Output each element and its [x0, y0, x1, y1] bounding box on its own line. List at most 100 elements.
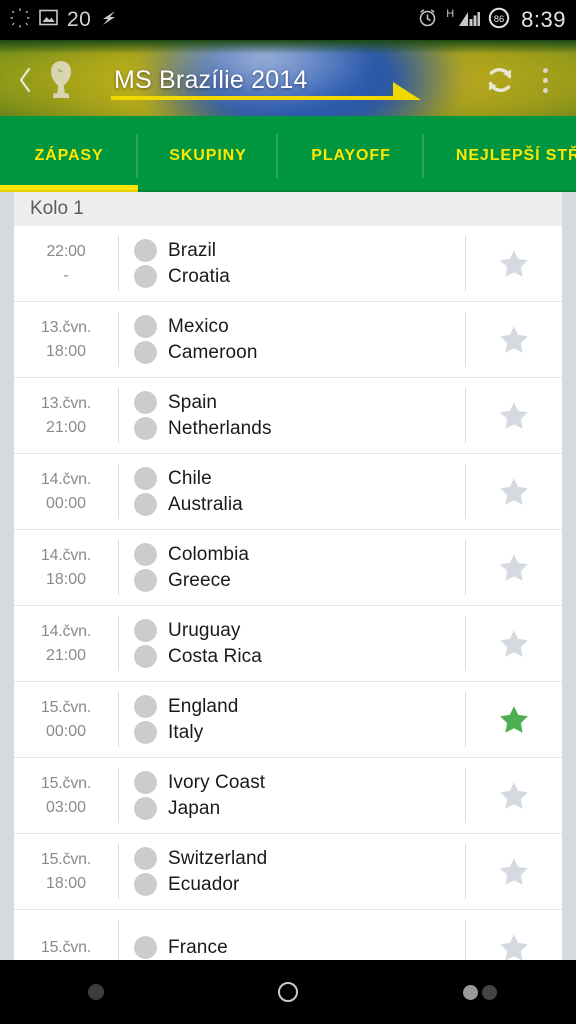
flag-costarica-icon [134, 645, 157, 668]
favorite-star-icon[interactable] [466, 530, 562, 605]
match-time: 18:00 [45, 874, 87, 892]
tab-label: SKUPINY [169, 147, 247, 164]
match-teams: Switzerland Ecuador [119, 834, 465, 909]
flag-uruguay-icon [134, 619, 157, 642]
tab-label: PLAYOFF [311, 147, 391, 164]
flag-chile-icon [134, 467, 157, 490]
favorite-star-icon[interactable] [466, 606, 562, 681]
favorite-star-icon[interactable] [466, 834, 562, 909]
team-name: Cameroon [168, 341, 258, 363]
team-name: France [168, 936, 228, 958]
away-team: Japan [134, 797, 465, 820]
clock-label: 8:39 [521, 7, 566, 32]
flag-italy-icon [134, 721, 157, 744]
flag-australia-icon [134, 493, 157, 516]
team-name: Costa Rica [168, 645, 262, 667]
match-teams: Ivory Coast Japan [119, 758, 465, 833]
flag-croatia-icon [134, 265, 157, 288]
team-name: Netherlands [168, 417, 272, 439]
tab-playoff[interactable]: PLAYOFF [278, 120, 424, 192]
match-row[interactable]: 14.čvn. 18:00 Colombia Greece [14, 530, 562, 606]
match-date: 14.čvn. [40, 547, 92, 565]
match-datetime: 15.čvn. [14, 910, 118, 960]
refresh-icon[interactable] [472, 60, 528, 100]
match-time: - [63, 266, 69, 284]
signal-bars-icon [458, 8, 481, 33]
favorite-star-icon[interactable] [466, 378, 562, 453]
brightness-icon [10, 7, 30, 33]
favorite-star-icon[interactable] [466, 454, 562, 529]
status-bar-right: H 86 8:39 [417, 7, 566, 34]
match-row[interactable]: 14.čvn. 00:00 Chile Australia [14, 454, 562, 530]
match-row[interactable]: 22:00 - Brazil Croatia [14, 226, 562, 302]
match-row[interactable]: 15.čvn. 18:00 Switzerland Ecuador [14, 834, 562, 910]
tab-z-pasy[interactable]: ZÁPASY [0, 120, 138, 192]
home-team: Brazil [134, 239, 465, 262]
favorite-star-icon[interactable] [466, 910, 562, 960]
favorite-star-icon[interactable] [466, 302, 562, 377]
match-row[interactable]: 15.čvn. 00:00 England Italy [14, 682, 562, 758]
flag-ivorycoast-icon [134, 771, 157, 794]
matches-list: 22:00 - Brazil Croatia 13.čvn. 18:00 Mexico Cam… [14, 226, 562, 960]
match-date: 13.čvn. [40, 395, 92, 413]
match-datetime: 15.čvn. 03:00 [14, 758, 118, 833]
team-name: Italy [168, 721, 204, 743]
status-bar-left: 20 [10, 7, 417, 33]
action-bar: MS Brazílie 2014 [0, 40, 576, 120]
tab-nejlep-st-e[interactable]: NEJLEPŠÍ STŘE [424, 120, 576, 192]
match-datetime: 22:00 - [14, 226, 118, 301]
matches-scroll-area[interactable]: Kolo 1 22:00 - Brazil Croatia 13.čvn. 18:00 Me… [0, 192, 576, 960]
match-time: 00:00 [45, 494, 87, 512]
overflow-menu-icon[interactable] [528, 67, 562, 93]
flag-mexico-icon [134, 315, 157, 338]
home-team: Colombia [134, 543, 465, 566]
match-time: 18:00 [45, 570, 87, 588]
match-row[interactable]: 14.čvn. 21:00 Uruguay Costa Rica [14, 606, 562, 682]
nav-recents-icon[interactable] [384, 984, 576, 1000]
flag-colombia-icon [134, 543, 157, 566]
team-name: Chile [168, 467, 212, 489]
team-name: Greece [168, 569, 231, 591]
match-date: 15.čvn. [40, 938, 92, 956]
team-name: Croatia [168, 265, 230, 287]
home-team: Uruguay [134, 619, 465, 642]
away-team: Netherlands [134, 417, 465, 440]
svg-text:86: 86 [494, 14, 505, 25]
match-datetime: 15.čvn. 18:00 [14, 834, 118, 909]
nav-back-icon[interactable] [0, 984, 192, 1000]
home-team: Spain [134, 391, 465, 414]
match-date: 14.čvn. [40, 623, 92, 641]
back-chevron-icon[interactable] [14, 66, 36, 94]
away-team: Greece [134, 569, 465, 592]
home-team: Chile [134, 467, 465, 490]
status-bar: 20 H 86 8:39 [0, 0, 576, 40]
match-datetime: 14.čvn. 21:00 [14, 606, 118, 681]
team-name: Japan [168, 797, 221, 819]
match-datetime: 13.čvn. 18:00 [14, 302, 118, 377]
match-date: 15.čvn. [40, 699, 92, 717]
match-teams: France [119, 910, 465, 960]
favorite-star-active[interactable] [466, 682, 562, 757]
match-row[interactable]: 13.čvn. 21:00 Spain Netherlands [14, 378, 562, 454]
away-team: Croatia [134, 265, 465, 288]
home-team: Switzerland [134, 847, 465, 870]
team-name: Spain [168, 391, 218, 413]
away-team: Cameroon [134, 341, 465, 364]
notification-count: 20 [67, 8, 92, 31]
match-datetime: 14.čvn. 00:00 [14, 454, 118, 529]
match-row[interactable]: 15.čvn. 03:00 Ivory Coast Japan [14, 758, 562, 834]
app-screen: 20 H 86 8:39 MS Brazílie 2014 ZÁPASY SKU… [0, 0, 576, 1024]
match-datetime: 14.čvn. 18:00 [14, 530, 118, 605]
header-title-wrap: MS Brazílie 2014 [111, 66, 472, 100]
match-row[interactable]: 15.čvn. France [14, 910, 562, 960]
nav-home-icon[interactable] [192, 982, 384, 1002]
match-date: 15.čvn. [40, 775, 92, 793]
flag-brazil-icon [134, 239, 157, 262]
match-row[interactable]: 13.čvn. 18:00 Mexico Cameroon [14, 302, 562, 378]
match-time: 21:00 [45, 646, 87, 664]
tab-skupiny[interactable]: SKUPINY [138, 120, 278, 192]
favorite-star-icon[interactable] [466, 226, 562, 301]
match-time: 21:00 [45, 418, 87, 436]
favorite-star-icon[interactable] [466, 758, 562, 833]
team-name: Ivory Coast [168, 771, 266, 793]
